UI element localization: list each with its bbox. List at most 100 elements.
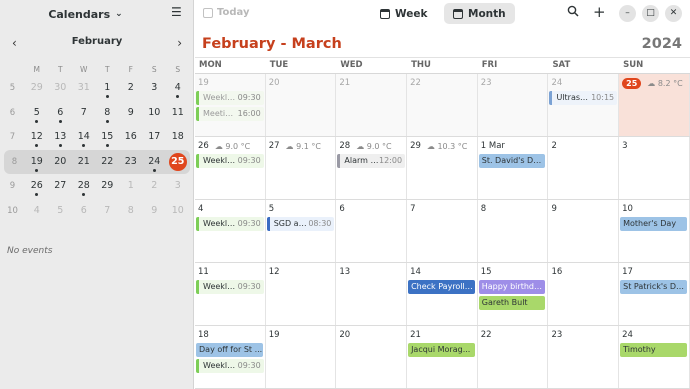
mini-day[interactable]: 10: [143, 103, 167, 123]
event-item[interactable]: Weekly ...09:30: [196, 280, 264, 294]
mini-day[interactable]: 9: [119, 103, 143, 123]
all-day-event[interactable]: St Patrick's Da...: [620, 280, 687, 294]
mini-day[interactable]: 21: [72, 152, 96, 172]
event-item[interactable]: Meetin... 16:00: [196, 107, 264, 121]
mini-day[interactable]: 26: [25, 176, 49, 197]
day-cell[interactable]: 4 Weekly ...09:30: [195, 200, 266, 262]
day-cell[interactable]: 19: [266, 326, 337, 388]
mini-day[interactable]: 8: [119, 201, 143, 221]
all-day-event[interactable]: Timothy: [620, 343, 687, 357]
all-day-event[interactable]: Day off for St ...: [196, 343, 263, 357]
mini-day[interactable]: 2: [143, 176, 167, 196]
day-cell[interactable]: 25 ☁ 8.2 °C: [619, 74, 690, 136]
mini-day[interactable]: 30: [49, 78, 73, 98]
mini-day[interactable]: 12: [25, 127, 49, 148]
mini-day[interactable]: 27: [49, 176, 73, 196]
minimize-icon[interactable]: –: [619, 5, 636, 22]
day-cell[interactable]: 7: [407, 200, 478, 262]
mini-day[interactable]: 5: [25, 103, 49, 123]
day-cell[interactable]: 11 Weekly ...09:30: [195, 263, 266, 325]
mini-day[interactable]: 20: [49, 152, 73, 172]
day-cell[interactable]: 28 ☁ 9.0 °C Alarm S...12:00: [336, 137, 408, 199]
mini-day[interactable]: 2: [119, 78, 143, 98]
day-cell[interactable]: 3: [619, 137, 690, 199]
mini-day[interactable]: 13: [49, 127, 73, 148]
mini-day[interactable]: 10: [166, 201, 190, 221]
day-cell[interactable]: 24 Timothy: [619, 326, 690, 388]
mini-day[interactable]: 23: [119, 152, 143, 172]
day-cell[interactable]: 22: [478, 326, 549, 388]
all-day-event[interactable]: Mother's Day: [620, 217, 687, 231]
event-item[interactable]: Weekly ...09:30: [196, 91, 264, 105]
mini-day[interactable]: 29: [25, 78, 49, 98]
event-item[interactable]: Alarm S...12:00: [337, 154, 406, 168]
day-cell[interactable]: 9: [548, 200, 620, 262]
mini-day[interactable]: 6: [49, 103, 73, 123]
day-cell[interactable]: 1 Mar St. David's Day...: [478, 137, 549, 199]
today-button[interactable]: Today: [203, 7, 249, 18]
day-cell[interactable]: 20: [336, 326, 408, 388]
mini-day[interactable]: 7: [96, 201, 120, 221]
mini-day[interactable]: 5: [49, 201, 73, 221]
mini-day[interactable]: 1: [96, 78, 120, 99]
mini-day[interactable]: 4: [25, 201, 49, 221]
mini-day[interactable]: 9: [143, 201, 167, 221]
mini-day[interactable]: 29: [96, 176, 120, 196]
day-cell[interactable]: 23: [548, 326, 620, 388]
day-cell[interactable]: 14 Check Payroll ...: [407, 263, 478, 325]
day-cell[interactable]: 24 Ultraso... 10:15: [548, 74, 620, 136]
mini-day[interactable]: 17: [143, 127, 167, 147]
mini-day[interactable]: 24: [143, 152, 167, 172]
calendars-menu-button[interactable]: Calendars ⌄: [48, 8, 122, 21]
mini-day[interactable]: 15: [96, 127, 120, 148]
day-cell[interactable]: 17 St Patrick's Da...: [619, 263, 690, 325]
day-cell[interactable]: 6: [336, 200, 408, 262]
day-cell[interactable]: 21 Jacqui Morag...: [407, 326, 478, 388]
next-month-icon[interactable]: ›: [177, 36, 182, 50]
mini-day[interactable]: 28: [72, 176, 96, 197]
hamburger-menu-icon[interactable]: ☰: [171, 6, 183, 18]
mini-day[interactable]: 16: [119, 127, 143, 147]
day-cell[interactable]: 18 Day off for St ... Weekly ...09:30: [195, 326, 266, 388]
mini-day[interactable]: 7: [72, 103, 96, 123]
day-cell[interactable]: 15 Happy birthday! Gareth Bult: [478, 263, 549, 325]
month-view-button[interactable]: Month: [444, 3, 515, 24]
day-cell[interactable]: 22: [407, 74, 478, 136]
mini-day[interactable]: 22: [96, 152, 120, 172]
all-day-event[interactable]: Happy birthday!: [478, 280, 546, 294]
day-cell[interactable]: 8: [478, 200, 549, 262]
mini-day[interactable]: 1: [119, 176, 143, 196]
day-cell[interactable]: 10 Mother's Day: [619, 200, 690, 262]
day-cell[interactable]: 13: [336, 263, 408, 325]
close-icon[interactable]: ✕: [665, 5, 682, 22]
day-cell[interactable]: 29 ☁ 10.3 °C: [407, 137, 478, 199]
previous-month-icon[interactable]: ‹: [12, 36, 17, 50]
all-day-event[interactable]: Check Payroll ...: [408, 280, 475, 294]
mini-day[interactable]: 3: [166, 176, 190, 196]
day-cell[interactable]: 21: [336, 74, 408, 136]
day-cell[interactable]: 5 SGD ala...08:30: [266, 200, 337, 262]
mini-day[interactable]: 18: [166, 127, 190, 147]
day-cell[interactable]: 27 ☁ 9.1 °C: [266, 137, 337, 199]
search-icon[interactable]: [567, 5, 579, 20]
day-cell[interactable]: 2: [548, 137, 620, 199]
event-item[interactable]: Weekly ...09:30: [196, 154, 264, 168]
week-view-button[interactable]: Week: [371, 3, 436, 24]
event-item[interactable]: Weekly ...09:30: [196, 359, 264, 373]
all-day-event[interactable]: Gareth Bult: [478, 296, 546, 310]
mini-day[interactable]: 11: [166, 103, 190, 123]
mini-day[interactable]: 31: [72, 78, 96, 98]
day-cell[interactable]: 12: [266, 263, 337, 325]
event-item[interactable]: SGD ala...08:30: [266, 217, 335, 231]
all-day-event[interactable]: Jacqui Morag...: [408, 343, 475, 357]
day-cell[interactable]: 20: [265, 74, 337, 136]
day-cell[interactable]: 19 Weekly ...09:30 Meetin...16:00: [195, 74, 266, 136]
mini-day[interactable]: 14: [72, 127, 96, 148]
mini-day[interactable]: 3: [143, 78, 167, 98]
all-day-event[interactable]: St. David's Day...: [478, 154, 546, 168]
day-cell[interactable]: 26 ☁ 9.0 °C Weekly ...09:30: [195, 137, 266, 199]
mini-day-today[interactable]: 25: [166, 152, 190, 172]
mini-day[interactable]: 6: [72, 201, 96, 221]
mini-day[interactable]: 19: [25, 152, 49, 172]
day-cell[interactable]: 23: [477, 74, 549, 136]
